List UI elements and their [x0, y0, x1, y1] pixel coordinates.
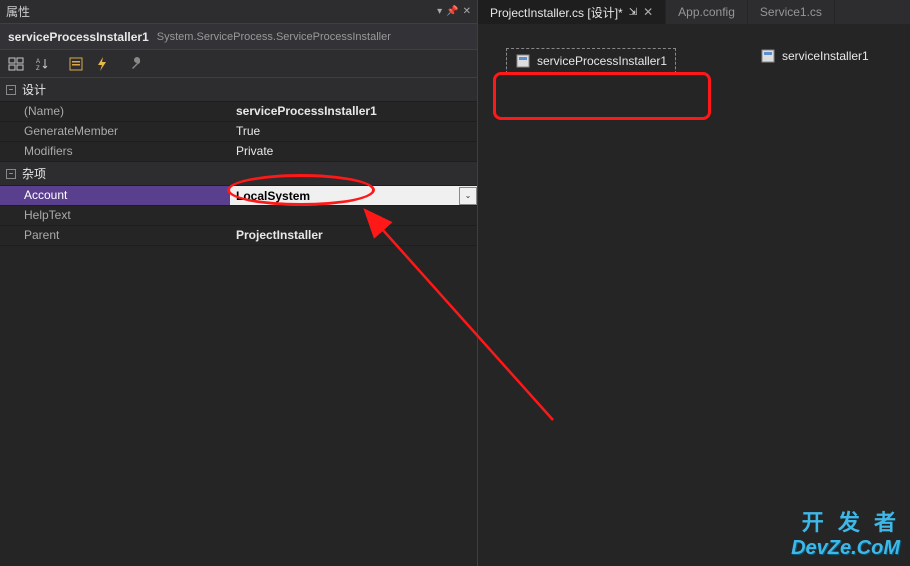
designer-surface[interactable]: 开 发 者 DevZe.CoM serviceProcessInstaller1… [478, 24, 910, 566]
property-value[interactable] [230, 206, 477, 225]
svg-text:Z: Z [36, 66, 40, 72]
pin-icon[interactable]: ⇲ [629, 7, 637, 18]
property-name: (Name) [0, 102, 230, 121]
wrench-icon[interactable] [124, 53, 148, 75]
property-row[interactable]: (Name)serviceProcessInstaller1 [0, 102, 477, 122]
dropdown-icon[interactable]: ⌄ [459, 187, 477, 205]
tab[interactable]: ProjectInstaller.cs [设计]* ⇲ ✕ [478, 0, 666, 24]
category-header[interactable]: −设计 [0, 78, 477, 102]
property-name: HelpText [0, 206, 230, 225]
property-value[interactable]: serviceProcessInstaller1 [230, 102, 477, 121]
category-label: 杂项 [22, 165, 46, 182]
property-row[interactable]: HelpText [0, 206, 477, 226]
property-name: Modifiers [0, 142, 230, 161]
property-name: Parent [0, 226, 230, 245]
category-label: 设计 [22, 81, 46, 98]
panel-title: 属性 [6, 3, 437, 20]
expander-icon[interactable]: − [6, 169, 16, 179]
property-row[interactable]: ParentProjectInstaller [0, 226, 477, 246]
property-row[interactable]: ModifiersPrivate [0, 142, 477, 162]
close-icon[interactable]: ✕ [643, 5, 653, 19]
object-name: serviceProcessInstaller1 [8, 30, 149, 44]
object-selector[interactable]: serviceProcessInstaller1 System.ServiceP… [0, 24, 477, 50]
property-name: Account [0, 186, 230, 205]
designer-component[interactable]: serviceProcessInstaller1 [506, 48, 676, 74]
property-value[interactable]: Private [230, 142, 477, 161]
window-position-icon[interactable]: ▾ [437, 6, 442, 17]
property-value[interactable]: LocalSystem [230, 187, 459, 205]
tab[interactable]: App.config [666, 0, 748, 24]
events-icon[interactable] [90, 53, 114, 75]
close-icon[interactable]: ✕ [463, 6, 471, 17]
watermark: 开 发 者 DevZe.CoM [791, 505, 900, 560]
category-header[interactable]: −杂项 [0, 162, 477, 186]
panel-header: 属性 ▾ 📌 ✕ [0, 0, 477, 24]
property-name: GenerateMember [0, 122, 230, 141]
designer-component[interactable]: serviceInstaller1 [760, 48, 869, 64]
expander-icon[interactable]: − [6, 85, 16, 95]
component-icon [760, 48, 776, 64]
properties-panel: 属性 ▾ 📌 ✕ serviceProcessInstaller1 System… [0, 0, 478, 566]
properties-icon[interactable] [64, 53, 88, 75]
component-label: serviceInstaller1 [782, 49, 869, 63]
tab[interactable]: Service1.cs [748, 0, 835, 24]
watermark-line2: DevZe.CoM [791, 537, 900, 560]
alphabetical-icon[interactable]: AZ [30, 53, 54, 75]
editor-area: ProjectInstaller.cs [设计]* ⇲ ✕ App.config Ser… [478, 0, 910, 566]
component-label: serviceProcessInstaller1 [537, 54, 667, 68]
pin-icon[interactable]: 📌 [446, 6, 458, 17]
object-type: System.ServiceProcess.ServiceProcessInst… [157, 31, 391, 43]
component-icon [515, 53, 531, 69]
property-grid: −设计(Name)serviceProcessInstaller1Generat… [0, 78, 477, 566]
property-row[interactable]: AccountLocalSystem⌄ [0, 186, 477, 206]
tab-label: App.config [678, 5, 735, 19]
property-value[interactable]: ProjectInstaller [230, 226, 477, 245]
svg-text:A: A [36, 59, 40, 65]
categorized-icon[interactable] [4, 53, 28, 75]
tab-strip: ProjectInstaller.cs [设计]* ⇲ ✕ App.config Ser… [478, 0, 910, 24]
property-value[interactable]: True [230, 122, 477, 141]
properties-toolbar: AZ [0, 50, 477, 78]
tab-label: Service1.cs [760, 5, 822, 19]
watermark-line1: 开 发 者 [791, 505, 900, 537]
property-row[interactable]: GenerateMemberTrue [0, 122, 477, 142]
tab-label: ProjectInstaller.cs [设计]* [490, 4, 623, 21]
